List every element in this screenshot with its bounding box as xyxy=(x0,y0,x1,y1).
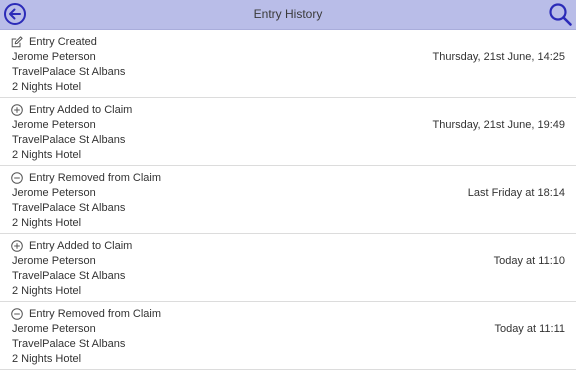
entry-timestamp: Today at 11:11 xyxy=(494,323,565,335)
entry-item: 2 Nights Hotel xyxy=(12,149,82,161)
entry-person: Jerome Peterson xyxy=(12,51,96,63)
list-item[interactable]: Entry Removed from Claim Jerome Peterson… xyxy=(0,302,576,370)
list-item[interactable]: Entry Created Jerome Peterson TravelPala… xyxy=(0,30,576,98)
minus-circle-icon xyxy=(11,172,23,184)
entry-action: Entry Added to Claim xyxy=(29,104,133,116)
search-icon xyxy=(549,3,572,26)
entry-person: Jerome Peterson xyxy=(12,187,96,199)
entry-location: TravelPalace St Albans xyxy=(12,66,126,78)
entry-timestamp: Last Friday at 18:14 xyxy=(467,187,565,199)
list-item[interactable]: Entry Removed from Claim Jerome Peterson… xyxy=(0,166,576,234)
search-button[interactable] xyxy=(548,2,573,27)
plus-circle-icon xyxy=(11,104,23,116)
entry-location: TravelPalace St Albans xyxy=(12,338,126,350)
top-bar: Entry History xyxy=(0,0,576,30)
entry-location: TravelPalace St Albans xyxy=(12,270,126,282)
entry-action: Entry Created xyxy=(29,36,97,48)
minus-circle-icon xyxy=(11,308,23,320)
entry-location: TravelPalace St Albans xyxy=(12,134,126,146)
entry-person: Jerome Peterson xyxy=(12,323,96,335)
page-title: Entry History xyxy=(253,7,323,21)
entry-action: Entry Removed from Claim xyxy=(29,308,162,320)
entry-person: Jerome Peterson xyxy=(12,119,96,131)
entry-item: 2 Nights Hotel xyxy=(12,81,82,93)
entry-item: 2 Nights Hotel xyxy=(12,285,82,297)
entry-action: Entry Removed from Claim xyxy=(29,172,162,184)
entry-timestamp: Today at 11:10 xyxy=(493,255,565,267)
entry-timestamp: Thursday, 21st June, 14:25 xyxy=(432,51,566,63)
entry-location: TravelPalace St Albans xyxy=(12,202,126,214)
list-item[interactable]: Entry Added to Claim Jerome Peterson Tra… xyxy=(0,234,576,302)
entry-timestamp: Thursday, 21st June, 19:49 xyxy=(432,119,566,131)
entry-person: Jerome Peterson xyxy=(12,255,96,267)
plus-circle-icon xyxy=(11,240,23,252)
entry-item: 2 Nights Hotel xyxy=(12,217,82,229)
entry-item: 2 Nights Hotel xyxy=(12,353,82,365)
edit-icon xyxy=(11,36,23,48)
list-item[interactable]: Entry Added to Claim Jerome Peterson Tra… xyxy=(0,98,576,166)
entry-action: Entry Added to Claim xyxy=(29,240,133,252)
entry-history-list: Entry Created Jerome Peterson TravelPala… xyxy=(0,30,576,370)
